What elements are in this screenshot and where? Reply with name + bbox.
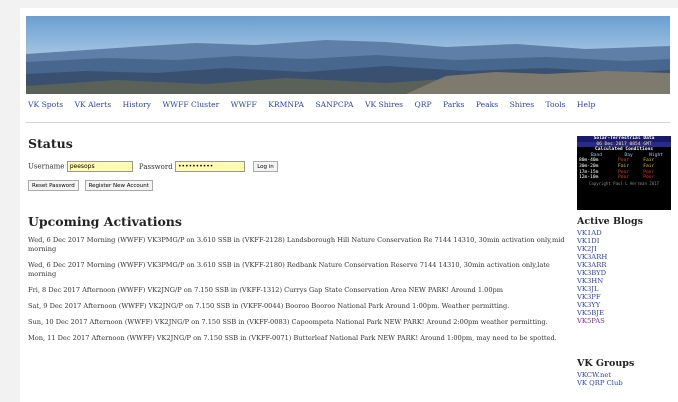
username-input[interactable] — [66, 161, 133, 172]
nav-vk-shires[interactable]: VK Shires — [365, 100, 403, 109]
blog-link[interactable]: VK3JL — [577, 285, 643, 293]
page: VK Spots VK Alerts History WWFF Cluster … — [20, 8, 678, 402]
activation-item: Sat, 9 Dec 2017 Afternoon (WWFF) VK2JNG/… — [28, 302, 510, 310]
login-form: Username Password Log in — [28, 161, 278, 172]
activation-item: Wed, 6 Dec 2017 Morning (WWFF) VK3PMG/P … — [28, 236, 565, 253]
activation-item: Mon, 11 Dec 2017 Afternoon (WWFF) VK2JNG… — [28, 334, 557, 342]
nav-wwff-cluster[interactable]: WWFF Cluster — [162, 100, 219, 109]
nav-wwff[interactable]: WWFF — [231, 100, 257, 109]
nav-peaks[interactable]: Peaks — [476, 100, 498, 109]
blog-link[interactable]: VK5BJE — [577, 309, 643, 317]
account-actions: Reset Password Register New Account — [28, 180, 157, 191]
upcoming-activations-heading: Upcoming Activations — [28, 214, 182, 229]
blog-link[interactable]: VK3PF — [577, 293, 643, 301]
solar-copyright: Copyright Paul L Herrman 2017 — [589, 180, 659, 186]
nav-tools[interactable]: Tools — [546, 100, 566, 109]
blog-link[interactable]: VK3ARR — [577, 261, 643, 269]
activation-item: Sun, 10 Dec 2017 Afternoon (WWFF) VK2JNG… — [28, 318, 548, 326]
vk-groups-heading: VK Groups — [577, 358, 635, 369]
blog-link[interactable]: VK1AD — [577, 229, 643, 237]
activation-item: Wed, 6 Dec 2017 Morning (WWFF) VK3PMG/P … — [28, 261, 550, 278]
status-heading: Status — [28, 136, 73, 151]
blog-link[interactable]: VK5PAS — [577, 317, 643, 325]
active-blogs-heading: Active Blogs — [577, 216, 643, 227]
activation-item: Fri, 8 Dec 2017 Afternoon (WWFF) VK2JNG/… — [28, 286, 504, 294]
vk-groups-section: VK Groups VKCW.net VK QRP Club — [577, 358, 635, 387]
nav-vk-alerts[interactable]: VK Alerts — [75, 100, 112, 109]
blog-link[interactable]: VK3BYD — [577, 269, 643, 277]
register-account-button[interactable]: Register New Account — [84, 180, 153, 191]
nav-help[interactable]: Help — [577, 100, 595, 109]
username-label: Username — [28, 162, 65, 171]
nav-qrp[interactable]: QRP — [415, 100, 432, 109]
blog-link[interactable]: VK1DI — [577, 237, 643, 245]
solar-conditions-table: Band Day Night 80m-40m Poor Fair 30m-20m… — [577, 153, 671, 181]
blog-link[interactable]: VK3ARH — [577, 253, 643, 261]
password-label: Password — [138, 162, 173, 171]
nav-sanpcpa[interactable]: SANPCPA — [315, 100, 353, 109]
nav-vk-spots[interactable]: VK Spots — [28, 100, 63, 109]
activation-list: Wed, 6 Dec 2017 Morning (WWFF) VK3PMG/P … — [28, 236, 568, 350]
blog-link[interactable]: VK2JI — [577, 245, 643, 253]
nav-shires[interactable]: Shires — [510, 100, 535, 109]
group-link[interactable]: VKCW.net — [577, 371, 634, 379]
nav-krmnpa[interactable]: KRMNPA — [268, 100, 304, 109]
nav-divider — [26, 122, 670, 123]
nav-history[interactable]: History — [123, 100, 152, 109]
password-input[interactable] — [174, 161, 245, 172]
blog-link[interactable]: VK3YY — [577, 301, 643, 309]
reset-password-button[interactable]: Reset Password — [28, 180, 79, 191]
nav-parks[interactable]: Parks — [443, 100, 464, 109]
login-button[interactable]: Log in — [253, 161, 278, 172]
solar-terrestrial-widget[interactable]: Solar-Terrestrial Data 06 Dec 2017 0854 … — [577, 136, 671, 210]
group-link[interactable]: VK QRP Club — [577, 379, 634, 387]
header-banner-image — [26, 16, 670, 94]
active-blogs-section: Active Blogs VK1AD VK1DI VK2JI VK3ARH VK… — [577, 216, 643, 325]
blog-link[interactable]: VK3HN — [577, 277, 643, 285]
main-nav: VK Spots VK Alerts History WWFF Cluster … — [28, 100, 668, 118]
